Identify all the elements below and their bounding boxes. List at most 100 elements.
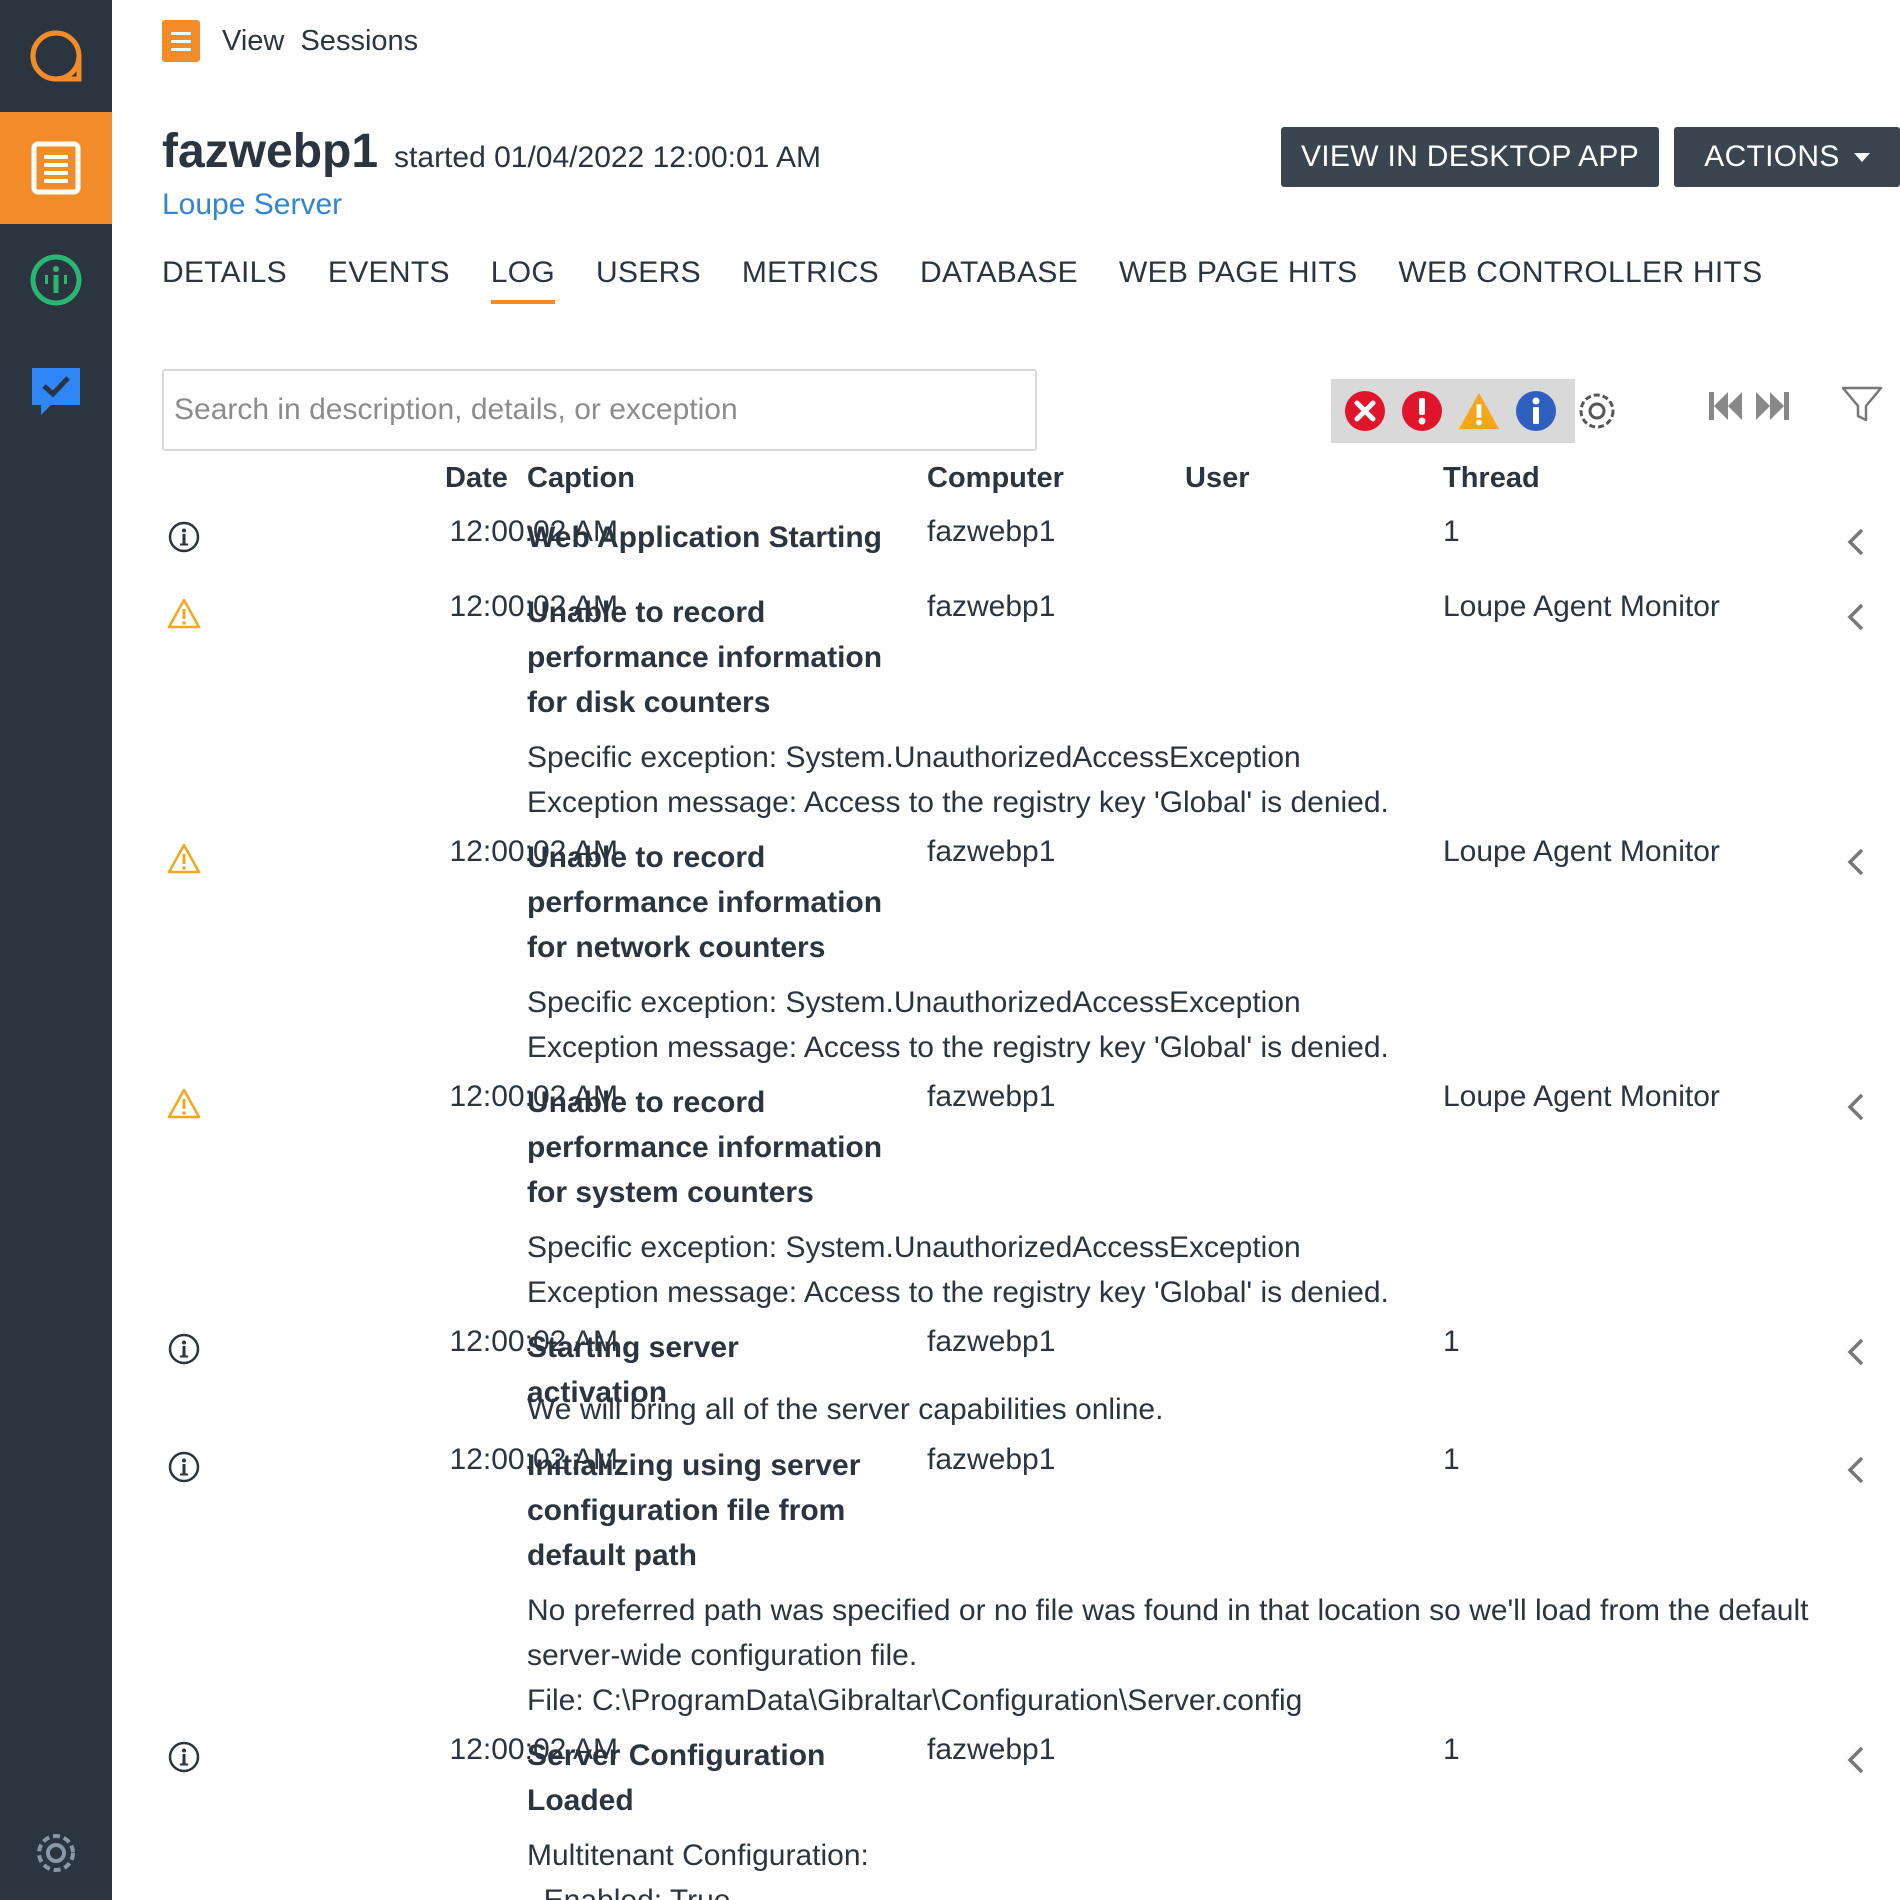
last-page-icon — [1756, 392, 1789, 420]
filter-icon — [1841, 386, 1883, 422]
expand-row-button[interactable] — [1843, 527, 1869, 557]
critical-icon — [1345, 391, 1385, 431]
warning-severity-icon — [166, 841, 202, 877]
expand-row-button[interactable] — [1843, 1337, 1869, 1367]
breadcrumb-view[interactable]: View — [222, 25, 284, 57]
loupe-logo-icon — [30, 30, 82, 82]
warning-severity-icon — [166, 596, 202, 632]
sidebar-item-settings[interactable] — [0, 1806, 112, 1900]
row-thread: 1 — [1443, 1325, 1460, 1358]
column-computer[interactable]: Computer — [927, 462, 1064, 495]
column-user[interactable]: User — [1185, 462, 1250, 495]
info-circle-icon — [168, 1333, 200, 1365]
expand-row-button[interactable] — [1843, 1455, 1869, 1485]
column-caption[interactable]: Caption — [527, 462, 635, 495]
row-computer: fazwebp1 — [927, 1733, 1056, 1766]
sidebar-item-sessions[interactable] — [0, 112, 112, 224]
warning-triangle-icon — [167, 598, 201, 629]
row-thread: Loupe Agent Monitor — [1443, 590, 1720, 623]
severity-filter-group — [1331, 379, 1575, 443]
chevron-left-icon — [1847, 1746, 1864, 1774]
chevron-left-icon — [1847, 528, 1864, 556]
main-content: View Sessions fazwebp1 started 01/04/202… — [112, 0, 1900, 1900]
session-header: fazwebp1 started 01/04/2022 12:00:01 AM — [162, 124, 821, 179]
monitor-icon — [30, 254, 82, 306]
warning-triangle-icon — [167, 843, 201, 874]
sessions-page-icon — [162, 20, 200, 62]
tab-events[interactable]: EVENTS — [328, 256, 450, 304]
expand-row-button[interactable] — [1843, 1092, 1869, 1122]
chevron-left-icon — [1847, 1093, 1864, 1121]
error-icon — [1402, 391, 1442, 431]
tab-users[interactable]: USERS — [596, 256, 701, 304]
page-title: fazwebp1 — [162, 125, 379, 178]
log-settings-button[interactable] — [1574, 388, 1620, 434]
sidebar-item-monitor[interactable] — [0, 224, 112, 336]
warning-icon — [1458, 392, 1500, 430]
chevron-left-icon — [1847, 603, 1864, 631]
tab-log[interactable]: LOG — [490, 256, 556, 304]
expand-row-button[interactable] — [1843, 847, 1869, 877]
row-details: We will bring all of the server capabili… — [527, 1393, 1164, 1426]
row-caption: Unable to record performance information… — [527, 1086, 883, 1209]
sidebar-item-issues[interactable] — [0, 336, 112, 448]
tab-bar: DETAILS EVENTS LOG USERS METRICS DATABAS… — [162, 256, 1762, 304]
info-circle-icon — [168, 1451, 200, 1483]
view-in-desktop-button[interactable]: VIEW IN DESKTOP APP — [1281, 127, 1659, 187]
filter-button[interactable] — [1841, 386, 1883, 429]
session-start: started 01/04/2022 12:00:01 AM — [394, 141, 822, 174]
row-thread: 1 — [1443, 1443, 1460, 1476]
sidebar-item-home[interactable] — [0, 0, 112, 112]
sidebar — [0, 0, 112, 1900]
first-page-button[interactable] — [1708, 390, 1746, 427]
row-details: Specific exception: System.UnauthorizedA… — [527, 986, 1389, 1064]
row-caption: Initializing using server configuration … — [527, 1449, 861, 1572]
row-computer: fazwebp1 — [927, 835, 1056, 868]
warning-filter-button[interactable] — [1457, 389, 1501, 433]
issues-icon — [32, 368, 80, 415]
gear-icon — [1579, 393, 1615, 429]
row-caption: Unable to record performance information… — [527, 841, 883, 964]
tab-database[interactable]: DATABASE — [920, 256, 1078, 304]
settings-icon — [37, 1834, 75, 1872]
chevron-left-icon — [1847, 1456, 1864, 1484]
row-details: Multitenant Configuration: Enabled: True — [527, 1839, 869, 1900]
last-page-button[interactable] — [1752, 390, 1790, 427]
warning-severity-icon — [166, 1086, 202, 1122]
column-date[interactable]: Date — [445, 462, 508, 495]
row-details: Specific exception: System.UnauthorizedA… — [527, 1231, 1389, 1309]
actions-label: ACTIONS — [1704, 140, 1840, 173]
tab-web-page-hits[interactable]: WEB PAGE HITS — [1119, 256, 1357, 304]
chevron-left-icon — [1847, 1338, 1864, 1366]
row-details: No preferred path was specified or no fi… — [527, 1594, 1809, 1717]
info-severity-icon — [166, 1739, 202, 1775]
server-link[interactable]: Loupe Server — [162, 188, 342, 222]
sessions-icon — [31, 141, 81, 195]
chevron-left-icon — [1847, 848, 1864, 876]
search-input[interactable] — [162, 369, 1037, 451]
error-filter-button[interactable] — [1400, 389, 1444, 433]
info-circle-icon — [168, 1741, 200, 1773]
warning-triangle-icon — [167, 1088, 201, 1119]
tab-metrics[interactable]: METRICS — [742, 256, 879, 304]
expand-row-button[interactable] — [1843, 602, 1869, 632]
tab-web-controller-hits[interactable]: WEB CONTROLLER HITS — [1398, 256, 1762, 304]
row-computer: fazwebp1 — [927, 1080, 1056, 1113]
row-computer: fazwebp1 — [927, 515, 1056, 548]
row-computer: fazwebp1 — [927, 1325, 1056, 1358]
info-filter-button[interactable] — [1514, 389, 1558, 433]
info-severity-icon — [166, 1449, 202, 1485]
row-caption: Unable to record performance information… — [527, 596, 883, 719]
expand-row-button[interactable] — [1843, 1745, 1869, 1775]
view-in-desktop-label: VIEW IN DESKTOP APP — [1300, 140, 1640, 173]
breadcrumb: View Sessions — [162, 20, 418, 62]
breadcrumb-sessions[interactable]: Sessions — [300, 25, 418, 57]
row-thread: Loupe Agent Monitor — [1443, 1080, 1720, 1113]
critical-filter-button[interactable] — [1343, 389, 1387, 433]
row-caption: Server Configuration Loaded — [527, 1739, 826, 1817]
column-thread[interactable]: Thread — [1443, 462, 1540, 495]
actions-button[interactable]: ACTIONS — [1674, 127, 1900, 187]
tab-details[interactable]: DETAILS — [162, 256, 287, 304]
caret-down-icon — [1853, 152, 1870, 162]
info-severity-icon — [166, 1331, 202, 1367]
